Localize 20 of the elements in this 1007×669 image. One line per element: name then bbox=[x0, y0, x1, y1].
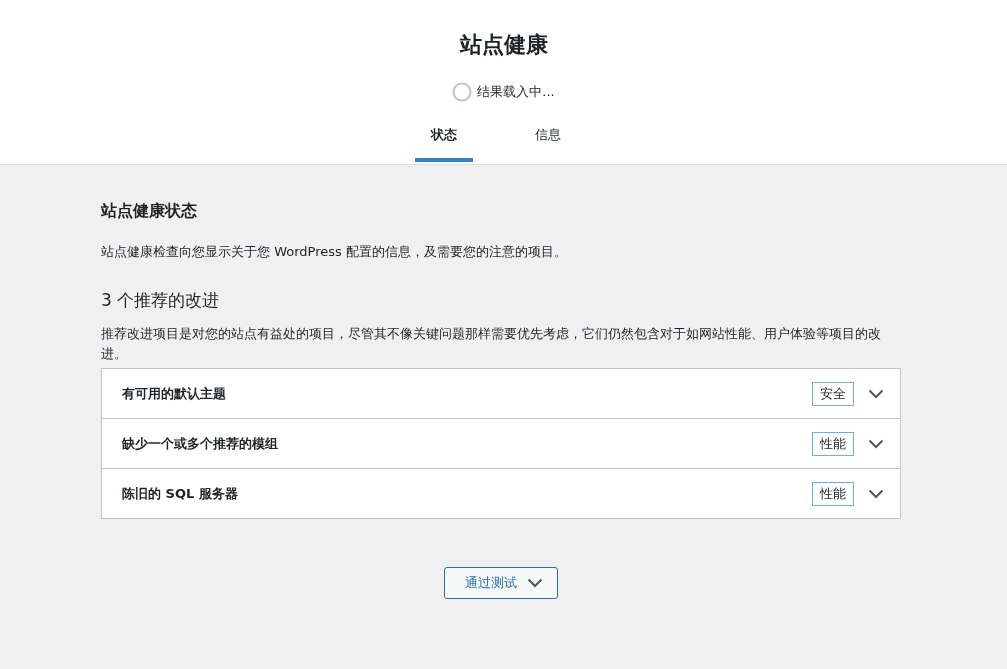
recommendations-heading: 3 个推荐的改进 bbox=[101, 289, 221, 312]
category-tag: 性能 bbox=[812, 481, 854, 506]
page-title: 站点健康 bbox=[459, 31, 548, 59]
chevron-icon bbox=[868, 488, 884, 499]
item-title: 缺少一个或多个推荐的模组 bbox=[122, 434, 279, 453]
chevron-icon bbox=[527, 578, 543, 588]
section-description: 站点健康检查向您显示关于您 WordPress 配置的信息，及需要您的注意的项目。 bbox=[101, 243, 568, 261]
tab[interactable]: 信息 bbox=[502, 116, 593, 162]
category-tag: 安全 bbox=[812, 381, 854, 406]
passed-tests-button[interactable]: 通过测试 bbox=[444, 567, 558, 599]
section-heading: 站点健康状态 bbox=[101, 201, 198, 222]
category-tag: 性能 bbox=[812, 431, 854, 456]
chevron-icon bbox=[868, 388, 884, 399]
item-title: 有可用的默认主题 bbox=[122, 384, 227, 403]
loading-text: 结果载入中... bbox=[477, 83, 555, 101]
chevron-icon bbox=[868, 438, 884, 449]
tab[interactable]: 状态 bbox=[414, 116, 473, 162]
recommendations-description: 推荐改进项目是对您的站点有益处的项目，尽管其不像关键问题那样需要优先考虑，它们仍然包含对于如网站性能、用户体验等项目的改进。 bbox=[101, 325, 882, 363]
item-title: 陈旧的 SQL 服务器 bbox=[122, 484, 239, 503]
loading-circle-icon bbox=[452, 82, 473, 102]
